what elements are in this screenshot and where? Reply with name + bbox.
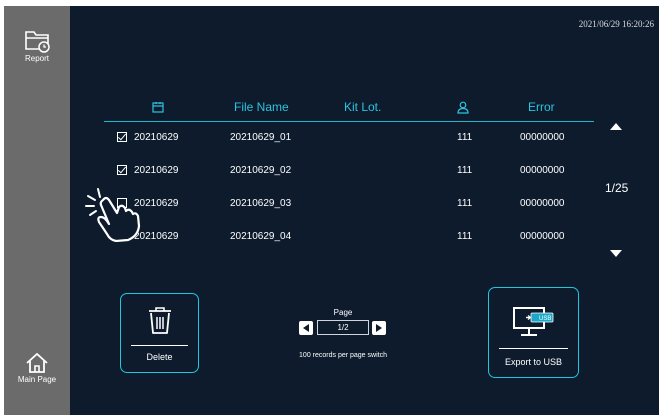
right-triangle-icon [376,324,382,332]
calendar-icon [152,101,164,116]
report-label: Report [24,54,49,63]
table-row[interactable]: 20210629 20210629_04 111 00000000 [104,221,594,254]
row-user: 111 [457,231,473,242]
left-triangle-icon [303,324,309,332]
main-page-label: Main Page [17,375,57,384]
row-checkbox[interactable] [117,132,127,142]
row-file-name: 20210629_02 [230,165,292,176]
table-row[interactable]: 20210629 20210629_02 111 00000000 [104,155,594,188]
user-icon [457,101,469,117]
main-page-button[interactable]: Main Page [4,352,70,384]
row-error: 00000000 [520,165,565,176]
row-user: 111 [457,198,473,209]
page-value: 1/2 [317,320,369,335]
delete-divider [131,345,188,346]
row-error: 00000000 [520,231,565,242]
tap-hand-icon [85,188,141,242]
monitor-usb-icon: USB [513,307,554,336]
next-page-button[interactable] [372,321,386,335]
row-user: 111 [457,165,473,176]
row-date: 20210629 [134,132,179,143]
delete-button[interactable]: Delete [120,293,199,373]
trash-icon [149,307,171,334]
header-error: Error [528,100,555,114]
pager: Page 1/2 100 records per page switch [274,308,412,373]
export-usb-button[interactable]: USB Export to USB [488,287,579,378]
pager-title: Page [333,308,353,317]
scroll-down-button[interactable] [610,250,622,257]
row-checkbox[interactable] [117,165,127,175]
export-divider [499,348,568,349]
sidebar: Report Main Page [4,6,70,415]
row-file-name: 20210629_03 [230,198,292,209]
home-icon [26,352,48,373]
row-user: 111 [457,132,473,143]
row-error: 00000000 [520,198,565,209]
table-row[interactable]: 20210629 20210629_03 111 00000000 [104,188,594,221]
page-indicator: 1/25 [605,181,629,195]
row-file-name: 20210629_01 [230,132,292,143]
table-row[interactable]: 20210629 20210629_01 111 00000000 [104,122,594,155]
row-date: 20210629 [134,165,179,176]
table-header: File Name Kit Lot. Error [104,95,594,122]
header-file-name: File Name [234,100,289,114]
export-label: Export to USB [504,357,563,367]
folder-clock-icon [25,31,50,53]
previous-page-button[interactable] [299,321,313,335]
row-file-name: 20210629_04 [230,231,292,242]
usb-tag: USB [539,316,551,322]
report-button[interactable]: Report [4,27,70,63]
header-kit-lot: Kit Lot. [344,100,382,114]
pager-note: 100 records per page switch [299,352,387,359]
row-error: 00000000 [520,132,565,143]
delete-label: Delete [146,352,173,362]
scroll-up-button[interactable] [610,123,622,130]
timestamp: 2021/06/29 16:20:26 [578,19,654,29]
screen: Report Main Page 2021/06/29 16:20:26 Fil… [4,6,659,415]
